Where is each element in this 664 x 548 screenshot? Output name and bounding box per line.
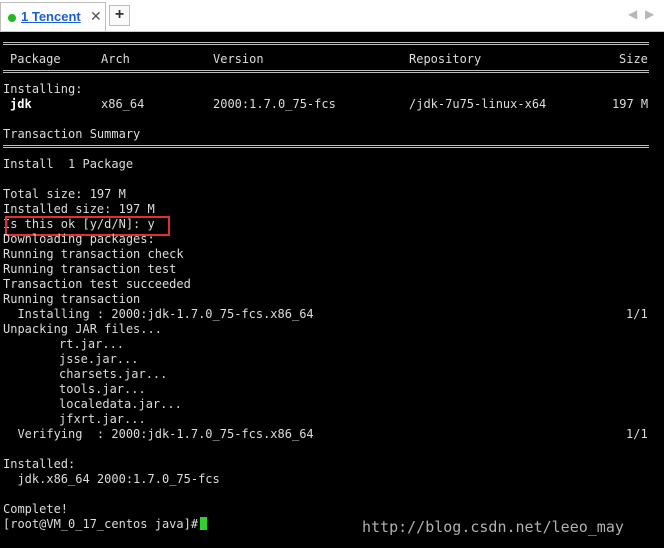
output-line: Running transaction xyxy=(3,292,141,306)
row-version: 2000:1.7.0_75-fcs xyxy=(213,97,336,111)
total-size: Total size: 197 M xyxy=(3,187,126,201)
unpacking-line: Unpacking JAR files... xyxy=(3,322,162,336)
header-repository: Repository xyxy=(409,52,482,66)
installing-label: Installing: xyxy=(3,82,83,96)
verifying-step: Verifying : 2000:jdk-1.7.0_75-fcs.x86_64 xyxy=(3,427,314,441)
jar-item: jsse.jar... xyxy=(59,352,139,366)
installing-step: Installing : 2000:jdk-1.7.0_75-fcs.x86_6… xyxy=(3,307,314,321)
installed-label: Installed: xyxy=(3,457,76,471)
complete-line: Complete! xyxy=(3,502,69,516)
tab-tencent[interactable]: 1 Tencent ✕ xyxy=(0,2,106,31)
row-repository: /jdk-7u75-linux-x64 xyxy=(409,97,547,111)
watermark-text: http://blog.csdn.net/leeo_may xyxy=(362,518,624,536)
header-version: Version xyxy=(213,52,264,66)
output-line: Downloading packages: xyxy=(3,232,155,246)
connection-status-icon xyxy=(8,14,16,22)
header-arch: Arch xyxy=(101,52,130,66)
terminal-output[interactable]: Package Arch Version Repository Size Ins… xyxy=(0,32,664,548)
shell-prompt-line[interactable]: [root@VM_0_17_centos java]# xyxy=(3,517,208,532)
separator-line xyxy=(3,42,649,45)
header-size: Size xyxy=(619,52,648,66)
jar-item: tools.jar... xyxy=(59,382,146,396)
header-package: Package xyxy=(10,52,61,66)
scroll-tabs-left-icon[interactable]: ◀ xyxy=(628,7,637,21)
row-package: jdk xyxy=(10,97,32,111)
jar-item: localedata.jar... xyxy=(59,397,182,411)
jar-item: jfxrt.jar... xyxy=(59,412,146,426)
jar-item: rt.jar... xyxy=(59,337,125,351)
tab-bar: 1 Tencent ✕ + ◀ ▶ xyxy=(0,0,664,32)
transaction-summary: Transaction Summary xyxy=(3,127,141,141)
separator-line xyxy=(3,70,649,73)
cursor xyxy=(200,517,208,530)
jar-item: charsets.jar... xyxy=(59,367,168,381)
row-size: 197 M xyxy=(612,97,649,111)
output-line: Transaction test succeeded xyxy=(3,277,191,291)
scroll-tabs-right-icon[interactable]: ▶ xyxy=(645,7,654,22)
installed-item: jdk.x86_64 2000:1.7.0_75-fcs xyxy=(3,472,220,486)
output-line: Running transaction check xyxy=(3,247,184,261)
install-line: Install 1 Package xyxy=(3,157,134,171)
output-line: Running transaction test xyxy=(3,262,177,276)
installing-count: 1/1 xyxy=(626,307,648,321)
new-tab-button[interactable]: + xyxy=(109,5,130,26)
installed-size: Installed size: 197 M xyxy=(3,202,155,216)
verifying-count: 1/1 xyxy=(626,427,648,441)
row-arch: x86_64 xyxy=(101,97,145,111)
shell-prompt: [root@VM_0_17_centos java]# xyxy=(3,517,199,531)
tab-title[interactable]: 1 Tencent xyxy=(21,9,81,24)
separator-line xyxy=(3,145,649,148)
close-icon[interactable]: ✕ xyxy=(90,8,102,25)
